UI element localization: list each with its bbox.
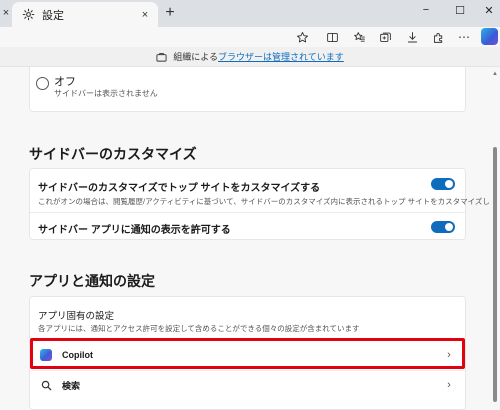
toggle-knob (445, 180, 453, 188)
tab-close-button[interactable]: × (138, 8, 152, 22)
sidebar-display-card: オフ サイドバーは表示されません (29, 67, 466, 112)
tab-settings[interactable]: 設定 × (12, 2, 158, 27)
chevron-right-icon: › (447, 379, 451, 391)
managed-link[interactable]: ブラウザーは管理されています (218, 50, 344, 63)
copilot-icon (39, 348, 53, 362)
radio-off[interactable] (36, 77, 49, 90)
search-icon (39, 378, 53, 392)
managed-prefix: 組織による (173, 52, 218, 62)
scroll-thumb[interactable] (493, 147, 497, 402)
option-title: オフ (54, 76, 76, 88)
section-title-apps: アプリと通知の設定 (29, 273, 155, 289)
window-close-button[interactable]: ✕ (474, 0, 500, 20)
app-row-label: 検索 (62, 380, 81, 391)
setting-title: サイドバー アプリに通知の表示を許可する (38, 225, 231, 236)
app-settings-card: アプリ固有の設定 各アプリには、通知とアクセス許可を設定して含めることができる個… (29, 296, 466, 410)
toggle-knob (445, 223, 453, 231)
app-row-search[interactable]: 検索 › (30, 371, 465, 399)
more-menu-button[interactable]: ⋯ (455, 28, 473, 46)
copilot-toolbar-icon[interactable] (481, 28, 498, 45)
card-title: アプリ固有の設定 (38, 311, 115, 322)
app-settings-header: アプリ固有の設定 各アプリには、通知とアクセス許可を設定して含めることができる個… (30, 297, 465, 338)
collections-icon[interactable] (376, 28, 394, 46)
toggle-top-sites[interactable] (431, 178, 455, 190)
setting-desc: これがオンの場合は、閲覧履歴/アクティビティに基づいて、サイドバーのカスタマイズ… (38, 197, 500, 206)
split-screen-icon[interactable] (323, 28, 341, 46)
briefcase-icon (156, 52, 168, 62)
download-icon[interactable] (403, 28, 421, 46)
favorite-star-icon[interactable] (293, 28, 311, 46)
setting-row-top-sites: サイドバーのカスタマイズでトップ サイトをカスタマイズする これがオンの場合は、… (30, 169, 500, 212)
new-tab-button[interactable]: + (161, 4, 179, 22)
sidebar-settings-card: サイドバーのカスタマイズでトップ サイトをカスタマイズする これがオンの場合は、… (29, 168, 500, 241)
extensions-icon[interactable] (429, 28, 447, 46)
scrollbar[interactable]: ▲ (490, 67, 500, 410)
toggle-notifications[interactable] (431, 221, 455, 233)
option-desc: サイドバーは表示されません (54, 89, 158, 98)
app-row-copilot[interactable]: Copilot › (30, 341, 465, 369)
minimize-button[interactable]: − (411, 0, 441, 20)
gear-icon (20, 7, 36, 23)
tab-title: 設定 (42, 9, 64, 22)
tab-strip: × 設定 × + − ☐ ✕ (0, 0, 500, 27)
setting-title: サイドバーのカスタマイズでトップ サイトをカスタマイズする (38, 183, 321, 194)
maximize-button[interactable]: ☐ (445, 0, 475, 20)
toolbar: ⋯ (0, 27, 500, 47)
favorites-icon[interactable] (350, 28, 368, 46)
edge-tab-close-button[interactable]: × (0, 4, 12, 22)
managed-notice: 組織による ブラウザーは管理されています (0, 47, 500, 67)
section-title-sidebar: サイドバーのカスタマイズ (29, 146, 197, 162)
app-row-label: Copilot (62, 350, 93, 360)
settings-content: オフ サイドバーは表示されません サイドバーのカスタマイズ サイドバーのカスタマ… (0, 67, 500, 410)
setting-row-notifications: サイドバー アプリに通知の表示を許可する (30, 213, 465, 241)
scroll-up-icon[interactable]: ▲ (492, 71, 498, 77)
card-desc: 各アプリには、通知とアクセス許可を設定して含めることができる個々の設定が含まれて… (38, 324, 360, 333)
chevron-right-icon: › (447, 349, 451, 361)
